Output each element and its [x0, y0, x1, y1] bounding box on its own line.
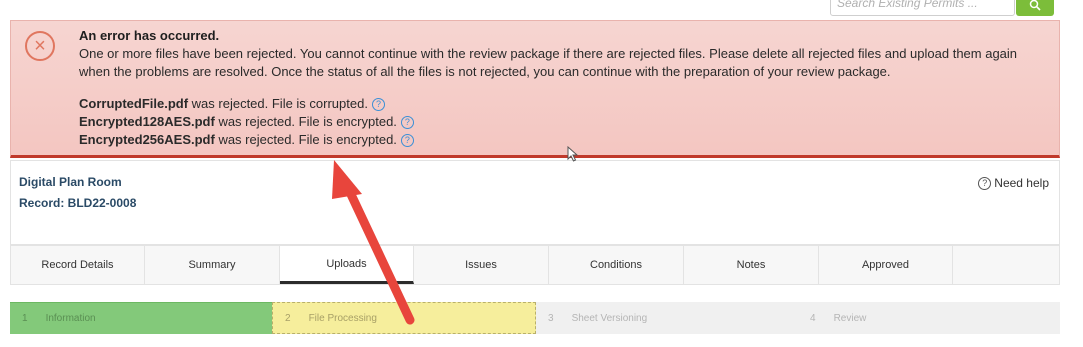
rejected-file-item: CorruptedFile.pdf was rejected. File is … [79, 95, 414, 113]
page: Search Existing Permits ... × An error h… [0, 0, 1083, 347]
rejected-file-name: CorruptedFile.pdf [79, 96, 189, 111]
need-help-link[interactable]: ? Need help [978, 176, 1049, 190]
step-label: Review [833, 312, 867, 324]
app-name: Digital Plan Room [19, 175, 122, 189]
step-file-processing: 2 File Processing [272, 302, 536, 334]
mouse-cursor-icon [567, 146, 579, 162]
search-button[interactable] [1016, 0, 1054, 16]
rejected-file-name: Encrypted128AES.pdf [79, 114, 215, 129]
step-number: 4 [810, 312, 816, 324]
help-icon[interactable]: ? [371, 98, 385, 111]
search-input[interactable]: Search Existing Permits ... [830, 0, 1015, 16]
tab-notes[interactable]: Notes [684, 246, 819, 284]
rejected-file-reason: was rejected. File is encrypted. [214, 114, 397, 129]
step-information: 1 Information [10, 302, 272, 334]
error-banner: × An error has occurred. One or more fil… [10, 20, 1060, 158]
tab-record-details[interactable]: Record Details [11, 246, 145, 284]
tab-summary[interactable]: Summary [145, 246, 280, 284]
record-number: Record: BLD22-0008 [19, 196, 137, 210]
rejected-file-item: Encrypted256AES.pdf was rejected. File i… [79, 131, 414, 149]
close-circle-icon: × [25, 31, 55, 61]
help-icon: ? [978, 176, 992, 190]
rejected-file-item: Encrypted128AES.pdf was rejected. File i… [79, 113, 414, 131]
record-tabs: Record Details Summary Uploads Issues Co… [10, 245, 1060, 285]
step-sheet-versioning: 3 Sheet Versioning [536, 302, 798, 334]
need-help-label: Need help [994, 176, 1049, 190]
record-header: Digital Plan Room Record: BLD22-0008 ? N… [10, 160, 1060, 245]
step-number: 3 [548, 312, 554, 324]
step-number: 2 [285, 312, 291, 324]
search-icon [1029, 0, 1041, 11]
tab-conditions[interactable]: Conditions [549, 246, 684, 284]
step-label: Information [45, 313, 96, 324]
step-label: File Processing [308, 312, 377, 324]
rejected-file-reason: was rejected. File is encrypted. [214, 132, 397, 147]
step-review: 4 Review [798, 302, 1060, 334]
help-icon[interactable]: ? [400, 116, 414, 129]
tab-uploads[interactable]: Uploads [280, 246, 414, 284]
progress-steps: 1 Information 2 File Processing 3 Sheet … [10, 302, 1060, 334]
tab-approved[interactable]: Approved [819, 246, 953, 284]
rejected-files-list: CorruptedFile.pdf was rejected. File is … [79, 95, 414, 149]
step-label: Sheet Versioning [571, 312, 648, 324]
rejected-file-name: Encrypted256AES.pdf [79, 132, 215, 147]
help-icon[interactable]: ? [400, 134, 414, 147]
error-title: An error has occurred. [79, 28, 220, 43]
error-message: One or more files have been rejected. Yo… [79, 46, 1018, 79]
tab-issues[interactable]: Issues [414, 246, 549, 284]
rejected-file-reason: was rejected. File is corrupted. [188, 96, 368, 111]
step-number: 1 [22, 313, 28, 324]
